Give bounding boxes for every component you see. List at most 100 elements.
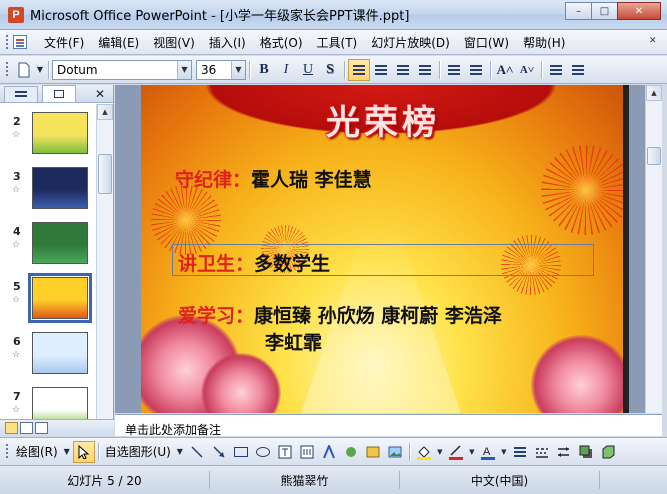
menu-file[interactable]: 文件(F) xyxy=(37,34,91,51)
rectangle-tool-icon[interactable] xyxy=(233,446,248,457)
slide-thumbnail[interactable]: 7 ☆ xyxy=(0,385,96,419)
chevron-down-icon[interactable]: ▼ xyxy=(435,441,445,463)
dropdown-arrow-icon[interactable]: ▼ xyxy=(35,59,45,81)
textbox-tool-icon[interactable] xyxy=(274,441,296,463)
decrease-indent-button[interactable] xyxy=(545,59,567,81)
notes-placeholder: 单击此处添加备注 xyxy=(125,423,222,437)
chevron-down-icon[interactable]: ▼ xyxy=(177,60,191,79)
pane-close-icon[interactable]: ✕ xyxy=(95,87,105,101)
menu-edit[interactable]: 编辑(E) xyxy=(91,34,146,51)
award-label: 爱学习： xyxy=(178,305,255,327)
font-name-combo[interactable]: Dotum ▼ xyxy=(52,59,192,80)
align-right-button[interactable] xyxy=(392,59,414,81)
normal-view-icon[interactable] xyxy=(5,422,18,434)
line-style-icon[interactable] xyxy=(509,441,531,463)
menu-view[interactable]: 视图(V) xyxy=(146,34,202,51)
align-left-button[interactable] xyxy=(348,58,370,81)
slide-thumbnail-image[interactable] xyxy=(32,387,88,419)
scroll-up-icon[interactable]: ▲ xyxy=(97,104,113,120)
menu-slideshow[interactable]: 幻灯片放映(D) xyxy=(364,34,457,51)
bold-button[interactable]: B xyxy=(253,59,275,81)
oval-tool-icon[interactable] xyxy=(255,446,270,457)
current-slide[interactable]: 光荣榜 守纪律：霍人瑞 李佳慧 讲卫生：多数学生 爱学习：康恒臻 孙欣炀 康柯蔚… xyxy=(141,85,625,413)
slide-sorter-view-icon[interactable] xyxy=(20,422,33,434)
notes-pane[interactable]: 单击此处添加备注 xyxy=(115,414,662,437)
award-label: 讲卫生： xyxy=(178,253,255,275)
menu-close-doc-icon[interactable]: ✕ xyxy=(649,36,659,48)
vertical-textbox-icon[interactable] xyxy=(296,441,318,463)
autoshapes-menu-button[interactable]: 自选图形(U) xyxy=(102,443,174,460)
slides-tab[interactable] xyxy=(42,85,76,102)
scrollbar-thumb[interactable] xyxy=(98,154,112,194)
select-objects-icon[interactable] xyxy=(72,440,95,463)
powerpoint-icon[interactable]: P xyxy=(8,6,24,23)
arrow-tool-icon[interactable] xyxy=(208,441,230,463)
align-center-button[interactable] xyxy=(370,59,392,81)
slide-title[interactable]: 光荣榜 xyxy=(141,95,625,144)
scrollbar-thumb[interactable] xyxy=(647,147,661,165)
draw-menu-button[interactable]: 绘图(R) xyxy=(13,443,61,460)
toolbar-grip[interactable] xyxy=(5,61,9,78)
slide-thumbnail-image[interactable] xyxy=(32,332,88,374)
line-tool-icon[interactable] xyxy=(186,441,208,463)
menu-tools[interactable]: 工具(T) xyxy=(310,34,365,51)
chevron-down-icon[interactable]: ▼ xyxy=(499,441,509,463)
dash-style-icon[interactable] xyxy=(531,441,553,463)
distribute-text-button[interactable] xyxy=(414,59,436,81)
toolbar-grip[interactable] xyxy=(5,443,9,460)
slide-thumbnail[interactable]: 6 ☆ xyxy=(0,330,96,380)
menu-window[interactable]: 窗口(W) xyxy=(457,34,516,51)
chevron-down-icon[interactable]: ▼ xyxy=(467,441,477,463)
award-names-continued[interactable]: 李虹霏 xyxy=(265,328,322,355)
grow-font-button[interactable]: A˄ xyxy=(494,59,516,81)
slide-thumbnail[interactable]: 4 ☆ xyxy=(0,220,96,270)
slide-thumbnail-image[interactable] xyxy=(32,167,88,209)
thumbnails-scrollbar[interactable]: ▲ xyxy=(96,104,113,419)
bullets-button[interactable] xyxy=(465,59,487,81)
slide-number: 5 xyxy=(13,280,21,293)
fill-color-icon[interactable] xyxy=(413,441,435,463)
wordart-icon[interactable] xyxy=(318,441,340,463)
shrink-font-button[interactable]: A˅ xyxy=(516,59,538,81)
arrow-style-icon[interactable] xyxy=(553,441,575,463)
chevron-down-icon[interactable]: ▼ xyxy=(61,441,73,463)
award-row-study[interactable]: 爱学习：康恒臻 孙欣炀 康柯蔚 李浩泽 xyxy=(178,301,502,328)
outline-tab[interactable] xyxy=(4,86,38,102)
award-row-discipline[interactable]: 守纪律：霍人瑞 李佳慧 xyxy=(175,165,372,192)
increase-indent-button[interactable] xyxy=(567,59,589,81)
line-color-icon[interactable] xyxy=(445,441,467,463)
scroll-up-icon[interactable]: ▲ xyxy=(646,85,662,101)
menu-format[interactable]: 格式(O) xyxy=(253,34,310,51)
slide-thumbnail[interactable]: 5 ☆ xyxy=(0,273,96,325)
clip-art-icon[interactable] xyxy=(362,441,384,463)
font-size-combo[interactable]: 36 ▼ xyxy=(196,59,246,80)
diagram-icon[interactable] xyxy=(340,441,362,463)
slideshow-view-icon[interactable] xyxy=(35,422,48,434)
restore-button[interactable]: □ xyxy=(591,2,618,20)
minimize-button[interactable]: – xyxy=(565,2,592,20)
menu-help[interactable]: 帮助(H) xyxy=(516,34,572,51)
slide-scrollbar[interactable]: ▲ xyxy=(645,85,662,413)
shadow-style-icon[interactable] xyxy=(575,441,597,463)
slide-thumbnail-image[interactable] xyxy=(32,112,88,154)
toolbar-grip[interactable] xyxy=(5,33,9,51)
chevron-down-icon[interactable]: ▼ xyxy=(174,441,186,463)
slide-thumbnail-image[interactable] xyxy=(28,273,92,323)
insert-picture-icon[interactable] xyxy=(384,441,406,463)
slide-thumbnail[interactable]: 2 ☆ xyxy=(0,110,96,160)
document-icon[interactable] xyxy=(13,35,27,49)
italic-button[interactable]: I xyxy=(275,59,297,81)
slide-number: 2 xyxy=(13,115,21,128)
font-color-icon[interactable]: A xyxy=(477,441,499,463)
chevron-down-icon[interactable]: ▼ xyxy=(231,60,245,79)
shadow-button[interactable]: S xyxy=(319,59,341,81)
menu-insert[interactable]: 插入(I) xyxy=(202,34,253,51)
new-document-icon[interactable] xyxy=(13,59,35,81)
slide-thumbnail[interactable]: 3 ☆ xyxy=(0,165,96,215)
3d-style-icon[interactable] xyxy=(597,441,619,463)
award-row-hygiene[interactable]: 讲卫生：多数学生 xyxy=(178,249,330,276)
slide-thumbnail-image[interactable] xyxy=(32,222,88,264)
numbering-button[interactable] xyxy=(443,59,465,81)
close-button[interactable]: ✕ xyxy=(617,2,661,20)
underline-button[interactable]: U xyxy=(297,59,319,81)
